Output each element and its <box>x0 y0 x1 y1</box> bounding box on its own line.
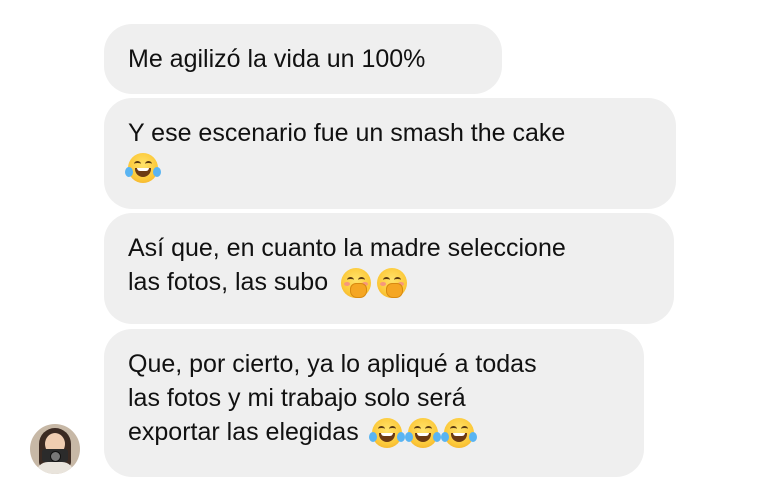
message-bubble[interactable]: Que, por cierto, ya lo apliqué a todas l… <box>104 329 644 477</box>
face-with-tears-of-joy-icon <box>368 418 405 449</box>
message-text: las fotos y mi trabajo solo será <box>128 384 466 412</box>
emoji-group <box>368 418 477 449</box>
message-bubble[interactable]: Y ese escenario fue un smash the cake <box>104 98 676 209</box>
face-with-tears-of-joy-icon <box>440 418 477 449</box>
message-text: Me agilizó la vida un 100% <box>128 45 426 73</box>
message-text: Así que, en cuanto la madre seleccione <box>128 234 566 262</box>
face-with-hand-over-mouth-icon <box>377 268 408 299</box>
emoji-group <box>341 268 408 299</box>
message-text: las fotos, las subo <box>128 268 329 296</box>
avatar[interactable] <box>30 424 80 474</box>
message-text: exportar las elegidas <box>128 418 359 446</box>
face-with-hand-over-mouth-icon <box>341 268 372 299</box>
message-text: Y ese escenario fue un smash the cake <box>128 119 566 147</box>
message-text: Que, por cierto, ya lo apliqué a todas <box>128 350 537 378</box>
face-with-tears-of-joy-icon <box>404 418 441 449</box>
message-bubble[interactable]: Me agilizó la vida un 100% <box>104 24 502 94</box>
message-thread: Me agilizó la vida un 100% Y ese escenar… <box>0 0 768 495</box>
face-with-tears-of-joy-icon <box>125 153 161 184</box>
message-bubble[interactable]: Así que, en cuanto la madre seleccione l… <box>104 213 674 324</box>
emoji-group <box>125 153 161 184</box>
